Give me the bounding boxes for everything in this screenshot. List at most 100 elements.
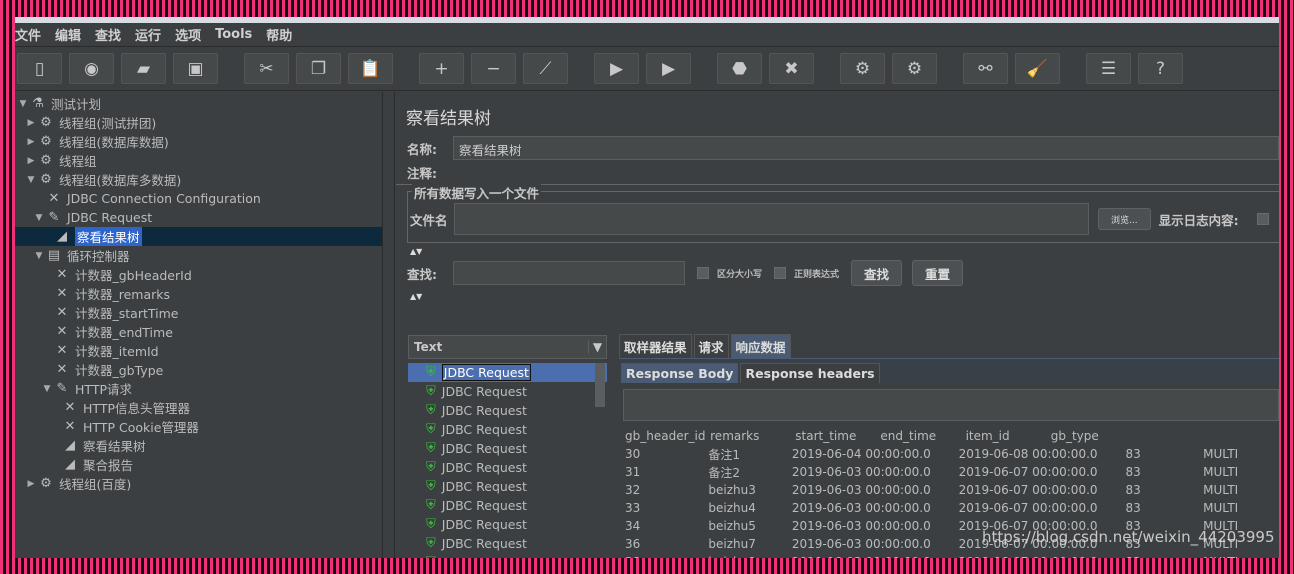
result-item[interactable]: ⛨ JDBC Request — [408, 458, 607, 477]
save-button[interactable]: ▣ — [173, 53, 218, 84]
shutdown-button[interactable]: ✖ — [769, 53, 814, 84]
expand-toggle-icon[interactable]: ▼ — [25, 175, 37, 185]
expand-toggle-icon[interactable]: ▶ — [25, 137, 37, 147]
cut-button[interactable]: ✂ — [244, 53, 289, 84]
browse-button[interactable]: 浏览... — [1098, 208, 1151, 230]
result-item[interactable]: ⛨ JDBC Request — [408, 401, 607, 420]
reset-search-button[interactable]: 🧹 — [1015, 53, 1060, 84]
tree-item[interactable]: ▼ ⚗ 测试计划 — [15, 94, 382, 113]
collapse-button[interactable]: − — [471, 53, 516, 84]
tree-item[interactable]: ▼ ✎ HTTP请求 — [15, 379, 382, 398]
tree-item[interactable]: ✕ HTTP信息头管理器 — [15, 398, 382, 417]
result-item[interactable]: ⛨ JDBC Request — [408, 477, 607, 496]
new-button[interactable]: ▯ — [17, 53, 62, 84]
start-no-pause-button[interactable]: ▶ — [646, 53, 691, 84]
search-button[interactable]: ⚯ — [963, 53, 1008, 84]
start-button[interactable]: ▶ — [594, 53, 639, 84]
response-search-field[interactable] — [623, 389, 1279, 421]
result-item[interactable]: ⛨ JDBC Request — [408, 534, 607, 553]
tree-item[interactable]: ▼ ✎ JDBC Request — [15, 208, 382, 227]
expand-toggle-icon[interactable]: ▶ — [25, 118, 37, 128]
tree-item[interactable]: ▶ ⚙ 线程组(百度) — [15, 474, 382, 493]
tree-item[interactable]: ✕ 计数器_endTime — [15, 322, 382, 341]
subtab-1[interactable]: Response headers — [740, 363, 880, 383]
renderer-select[interactable]: Text ▼ — [408, 335, 607, 359]
function-helper-button[interactable]: ☰ — [1086, 53, 1131, 84]
result-item[interactable]: ⛨ JDBC Request — [408, 439, 607, 458]
success-shield-icon: ⛨ — [426, 384, 436, 399]
menu-6[interactable]: 帮助 — [266, 25, 292, 44]
tree-item[interactable]: ✕ 计数器_gbHeaderId — [15, 265, 382, 284]
expand-button[interactable]: + — [419, 53, 464, 84]
renderer-value: Text — [414, 340, 443, 354]
copy-button[interactable]: ❐ — [296, 53, 341, 84]
menu-4[interactable]: 选项 — [175, 25, 201, 44]
tree-item[interactable]: ▼ ⚙ 线程组(数据库多数据) — [15, 170, 382, 189]
tree-item[interactable]: ✕ 计数器_startTime — [15, 303, 382, 322]
result-item[interactable]: ⛨ JDBC Request — [408, 515, 607, 534]
test-plan-tree[interactable]: ▼ ⚗ 测试计划 ▶ ⚙ 线程组(测试拼团) ▶ ⚙ 线程组(数据库数据) ▶ ⚙ 线程组 ▼ ⚙ 线程组(… — [15, 92, 383, 558]
menu-3[interactable]: 运行 — [135, 25, 161, 44]
menu-5[interactable]: Tools — [215, 27, 252, 42]
templates-icon: ◉ — [84, 58, 99, 79]
tree-item[interactable]: ◢ 察看结果树 — [15, 227, 382, 246]
expand-toggle-icon[interactable]: ▶ — [25, 156, 37, 166]
paste-button[interactable]: 📋 — [348, 53, 393, 84]
chevron-down-icon[interactable]: ▼ — [588, 340, 606, 354]
tree-item[interactable]: ◢ 聚合报告 — [15, 455, 382, 474]
case-sensitive-checkbox[interactable] — [697, 267, 709, 279]
splitter-handle[interactable] — [383, 92, 395, 558]
tree-item[interactable]: ✕ 计数器_itemId — [15, 341, 382, 360]
toggle-button[interactable]: ⟋ — [523, 53, 568, 84]
tree-item[interactable]: ✕ 计数器_remarks — [15, 284, 382, 303]
tree-item-label: 计数器_gbType — [75, 363, 164, 378]
clear-all-button[interactable]: ⚙ — [892, 53, 937, 84]
scrollbar[interactable] — [595, 363, 605, 407]
expand-toggle-icon[interactable]: ▼ — [33, 213, 45, 223]
tab-1[interactable]: 请求 — [693, 334, 729, 358]
tree-item[interactable]: ◢ 察看结果树 — [15, 436, 382, 455]
tree-item[interactable]: ▶ ⚙ 线程组 — [15, 151, 382, 170]
result-item[interactable]: ⛨ JDBC Request — [408, 382, 607, 401]
table-cell: 36 — [625, 537, 641, 551]
templates-button[interactable]: ◉ — [69, 53, 114, 84]
tree-item[interactable]: ✕ HTTP Cookie管理器 — [15, 417, 382, 436]
config-icon: ✕ — [56, 362, 68, 377]
split-arrows-icon[interactable]: ▲▼ — [410, 292, 1279, 301]
subtab-0[interactable]: Response Body — [621, 363, 739, 383]
open-button[interactable]: ▰ — [121, 53, 166, 84]
result-item[interactable]: ⛨ JDBC Request — [408, 496, 607, 515]
result-item[interactable]: ⛨ JDBC Request — [408, 363, 607, 382]
filename-input[interactable] — [454, 203, 1089, 235]
expand-toggle-icon[interactable]: ▼ — [17, 99, 29, 109]
gear-icon: ⚙ — [40, 476, 52, 491]
result-item[interactable]: ⛨ JDBC Request — [408, 420, 607, 439]
menu-0[interactable]: 文件 — [15, 25, 41, 44]
result-item[interactable]: ⛨ JDBC Request — [408, 553, 607, 558]
tree-item[interactable]: ✕ JDBC Connection Configuration — [15, 189, 382, 208]
expand-toggle-icon[interactable]: ▶ — [25, 479, 37, 489]
expand-toggle-icon[interactable]: ▼ — [41, 384, 53, 394]
regex-checkbox[interactable] — [774, 267, 787, 279]
clear-button[interactable]: ⚙ — [840, 53, 885, 84]
tree-item[interactable]: ✕ 计数器_gbType — [15, 360, 382, 379]
config-icon: ✕ — [56, 267, 68, 282]
search-input[interactable] — [453, 261, 685, 285]
menu-1[interactable]: 编辑 — [55, 25, 81, 44]
success-shield-icon: ⛨ — [426, 479, 436, 494]
search-button[interactable]: 查找 — [851, 260, 903, 286]
tab-2[interactable]: 响应数据 — [730, 334, 791, 358]
tree-item[interactable]: ▶ ⚙ 线程组(测试拼团) — [15, 113, 382, 132]
menu-2[interactable]: 查找 — [95, 25, 121, 44]
tree-item[interactable]: ▼ ▤ 循环控制器 — [15, 246, 382, 265]
table-cell: 2019-06-04 00:00:00.0 — [791, 447, 931, 461]
reset-button[interactable]: 重置 — [912, 260, 964, 286]
tab-0[interactable]: 取样器结果 — [619, 334, 692, 358]
help-button[interactable]: ? — [1138, 53, 1183, 84]
expand-toggle-icon[interactable]: ▼ — [33, 251, 45, 261]
split-arrows-icon[interactable]: ▲▼ — [410, 247, 1279, 256]
log-content-checkbox[interactable] — [1256, 213, 1269, 225]
stop-button[interactable]: ⬣ — [717, 53, 762, 84]
tree-item[interactable]: ▶ ⚙ 线程组(数据库数据) — [15, 132, 382, 151]
name-input[interactable]: 察看结果树 — [453, 136, 1279, 160]
